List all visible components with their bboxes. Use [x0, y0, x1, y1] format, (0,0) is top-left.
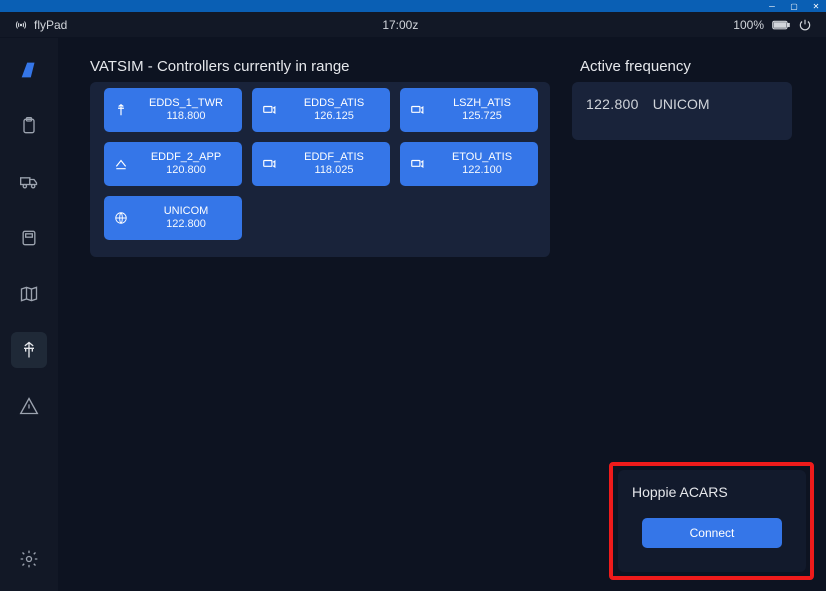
hoppie-acars-panel: Hoppie ACARS Connect: [618, 470, 806, 572]
controller-tile[interactable]: EDDS_1_TWR118.800: [104, 88, 242, 132]
controller-frequency: 126.125: [314, 110, 354, 123]
controller-name: EDDF_2_APP: [151, 151, 221, 164]
nav-failures[interactable]: [11, 388, 47, 424]
controllers-title: VATSIM - Controllers currently in range: [90, 58, 350, 75]
controller-tile[interactable]: EDDS_ATIS126.125: [252, 88, 390, 132]
nav-atc[interactable]: [11, 332, 47, 368]
active-frequency-value: 122.800: [586, 96, 639, 112]
approach-icon: [112, 157, 130, 171]
controller-tile[interactable]: EDDF_ATIS118.025: [252, 142, 390, 186]
window-minimize-button[interactable]: ─: [768, 2, 776, 10]
controller-tile[interactable]: UNICOM122.800: [104, 196, 242, 240]
broadcast-icon: [14, 19, 28, 31]
atis-icon: [260, 157, 278, 171]
tail-icon: [18, 59, 40, 81]
nav-dashboard[interactable]: [11, 52, 47, 88]
controllers-grid: EDDS_1_TWR118.800EDDS_ATIS126.125LSZH_AT…: [104, 88, 539, 240]
active-frequency-panel: 122.800 UNICOM: [572, 82, 792, 140]
status-bar: flyPad 17:00z 100%: [0, 12, 826, 38]
controller-name: UNICOM: [164, 205, 209, 218]
nav-clipboard[interactable]: [11, 108, 47, 144]
warning-icon: [19, 396, 39, 416]
active-frequency-title: Active frequency: [580, 58, 691, 75]
controller-name: EDDS_1_TWR: [149, 97, 223, 110]
window-titlebar: ─ ▢ ✕: [0, 0, 826, 12]
truck-icon: [18, 172, 40, 192]
controller-frequency: 125.725: [462, 110, 502, 123]
controller-name: LSZH_ATIS: [453, 97, 511, 110]
battery-percent: 100%: [733, 18, 764, 32]
atc-tower-icon: [19, 340, 39, 360]
controller-frequency: 118.800: [167, 110, 206, 123]
nav-ground[interactable]: [11, 164, 47, 200]
fuel-icon: [19, 228, 39, 248]
clipboard-icon: [19, 116, 39, 136]
app-name: flyPad: [34, 18, 67, 32]
map-icon: [19, 284, 39, 304]
window-close-button[interactable]: ✕: [812, 2, 820, 10]
controller-tile[interactable]: ETOU_ATIS122.100: [400, 142, 538, 186]
atis-icon: [408, 157, 426, 171]
hoppie-title: Hoppie ACARS: [632, 484, 792, 500]
controller-name: EDDS_ATIS: [304, 97, 364, 110]
hoppie-connect-button[interactable]: Connect: [642, 518, 782, 548]
controller-frequency: 118.025: [315, 164, 354, 177]
controller-name: EDDF_ATIS: [304, 151, 364, 164]
power-icon[interactable]: [798, 18, 812, 32]
clock: 17:00z: [67, 18, 733, 32]
atis-icon: [408, 103, 426, 117]
atis-icon: [260, 103, 278, 117]
sidebar: [0, 38, 58, 591]
nav-fuel[interactable]: [11, 220, 47, 256]
gear-icon: [19, 549, 39, 569]
nav-map[interactable]: [11, 276, 47, 312]
tower-icon: [112, 103, 130, 117]
controller-frequency: 122.800: [166, 218, 206, 231]
hoppie-connect-label: Connect: [690, 526, 735, 540]
controller-tile[interactable]: LSZH_ATIS125.725: [400, 88, 538, 132]
controller-tile[interactable]: EDDF_2_APP120.800: [104, 142, 242, 186]
controller-name: ETOU_ATIS: [452, 151, 512, 164]
window-maximize-button[interactable]: ▢: [790, 2, 798, 10]
active-frequency-name: UNICOM: [653, 96, 710, 112]
controller-frequency: 120.800: [166, 164, 206, 177]
battery-icon: [772, 19, 790, 31]
controller-frequency: 122.100: [462, 164, 502, 177]
globe-icon: [112, 211, 130, 225]
nav-settings[interactable]: [11, 541, 47, 577]
